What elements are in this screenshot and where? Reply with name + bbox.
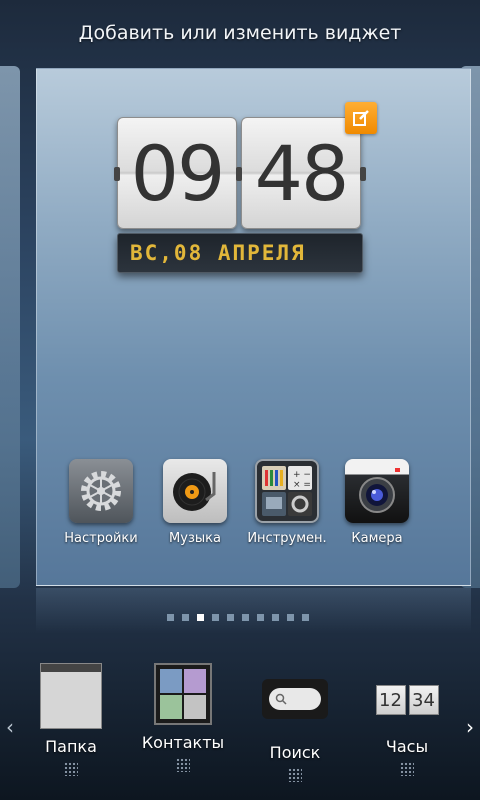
widget-folder[interactable]: Папка: [16, 663, 126, 776]
widget-dock: ‹ › Папка Контакты Поиск 12 34 Часы: [0, 655, 480, 800]
widget-clock[interactable]: 12 34 Часы: [352, 663, 462, 776]
folder-widget-icon: [40, 663, 102, 729]
page-dot[interactable]: [257, 614, 264, 621]
chevron-left-icon[interactable]: ‹: [6, 715, 14, 739]
page-indicator: [167, 614, 309, 621]
gear-icon: [69, 459, 133, 523]
widget-search[interactable]: Поиск: [240, 663, 350, 782]
clock-hinge: [114, 167, 120, 181]
drag-handle-icon[interactable]: [176, 758, 190, 772]
app-label: Настройки: [64, 531, 138, 546]
turntable-icon: [163, 459, 227, 523]
app-music[interactable]: Музыка: [149, 459, 241, 546]
page-title: Добавить или изменить виджет: [78, 22, 402, 44]
page-dot[interactable]: [302, 614, 309, 621]
drag-handle-icon[interactable]: [64, 762, 78, 776]
page-dot[interactable]: [212, 614, 219, 621]
dock-label: Контакты: [141, 733, 225, 752]
page-dot[interactable]: [242, 614, 249, 621]
svg-text:× =: × =: [293, 480, 311, 490]
clock-hinge: [360, 167, 366, 181]
clock-widget[interactable]: 09 48 ВС,08 АПРЕЛЯ: [114, 117, 366, 277]
clock-minutes: 48: [241, 117, 361, 229]
dock-label: Часы: [385, 737, 429, 756]
clock-hours: 09: [117, 117, 237, 229]
page-dot[interactable]: [227, 614, 234, 621]
clock-preview-minutes: 34: [408, 685, 439, 715]
app-label: Инструмен.: [247, 531, 327, 546]
page-dot[interactable]: [272, 614, 279, 621]
search-icon: [275, 693, 287, 705]
widget-contacts[interactable]: Контакты: [128, 663, 238, 772]
contacts-widget-icon: [154, 663, 212, 725]
search-widget-icon: [262, 679, 328, 719]
page-dot[interactable]: [287, 614, 294, 621]
page-dot[interactable]: [197, 614, 204, 621]
dock-label: Папка: [45, 737, 97, 756]
tools-icon: + − × =: [255, 459, 319, 523]
page-dot[interactable]: [167, 614, 174, 621]
clock-preview-hours: 12: [375, 685, 406, 715]
app-label: Музыка: [169, 531, 221, 546]
drag-handle-icon[interactable]: [288, 768, 302, 782]
edit-icon: [353, 110, 369, 126]
clock-date: ВС,08 АПРЕЛЯ: [117, 233, 363, 273]
drag-handle-icon[interactable]: [400, 762, 414, 776]
dock-label: Поиск: [269, 743, 321, 762]
home-screen-preview[interactable]: 09 48 ВС,08 АПРЕЛЯ Настройки Музыка + − …: [36, 68, 471, 586]
screen-reflection: [36, 588, 471, 633]
camera-icon: [345, 459, 409, 523]
svg-text:+ −: + −: [293, 470, 311, 480]
page-dot[interactable]: [182, 614, 189, 621]
chevron-right-icon[interactable]: ›: [466, 715, 474, 739]
clock-hinge: [236, 167, 242, 181]
edit-widget-button[interactable]: [345, 102, 377, 134]
clock-widget-icon: 12 34: [374, 683, 440, 717]
app-camera[interactable]: Камера: [331, 459, 423, 546]
app-tools[interactable]: + − × = Инструмен.: [241, 459, 333, 546]
previous-screen-preview[interactable]: [0, 66, 20, 588]
app-label: Камера: [351, 531, 403, 546]
app-settings[interactable]: Настройки: [55, 459, 147, 546]
